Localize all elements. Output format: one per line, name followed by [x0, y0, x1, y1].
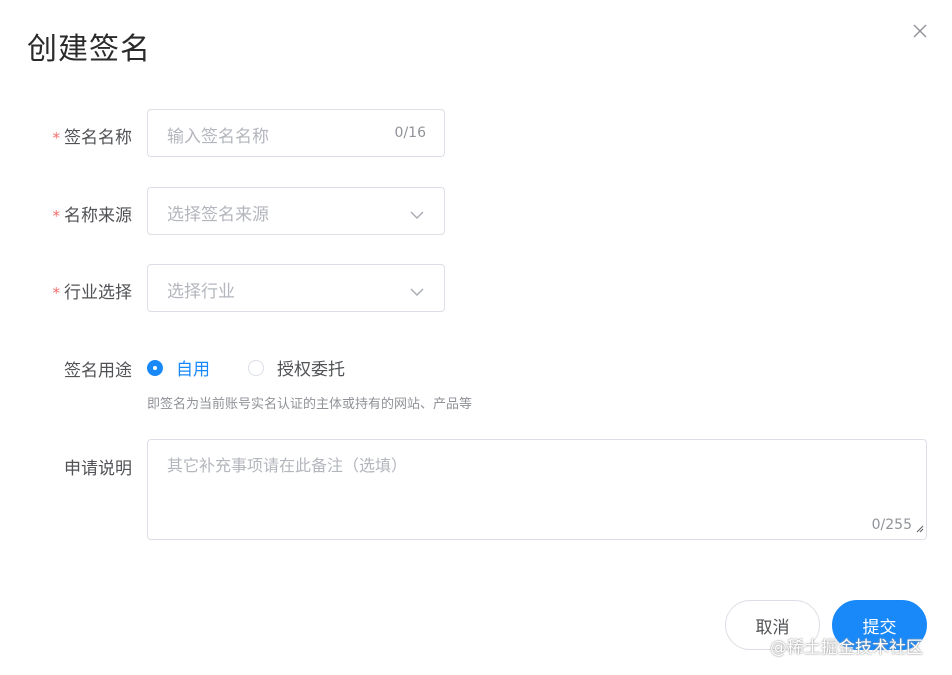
radio-self-use-label: 自用 [176, 360, 210, 380]
dialog-title: 创建签名 [27, 32, 151, 67]
radio-self-use[interactable]: 自用 [147, 355, 210, 380]
usage-label: 签名用途 [64, 361, 132, 381]
description-counter: 0/255 [871, 517, 912, 533]
chevron-down-icon [410, 282, 424, 301]
name-label: * 签名名称 [53, 123, 133, 148]
industry-label: * 行业选择 [53, 278, 133, 303]
industry-label-text: 行业选择 [64, 283, 132, 303]
name-label-text: 签名名称 [64, 128, 132, 148]
close-icon[interactable] [913, 24, 931, 42]
description-placeholder: 其它补充事项请在此备注（选填） [167, 456, 408, 475]
radio-unchecked-icon [248, 359, 264, 376]
source-select[interactable]: 选择签名来源 [147, 187, 445, 235]
signature-name-placeholder: 输入签名名称 [167, 127, 269, 147]
required-mark: * [52, 284, 61, 302]
description-label: 申请说明 [64, 459, 132, 479]
usage-radio-group: 自用 授权委托 [147, 355, 383, 380]
description-textarea[interactable]: 其它补充事项请在此备注（选填） 0/255 [147, 439, 927, 540]
source-label: * 名称来源 [53, 201, 133, 226]
source-label-text: 名称来源 [64, 206, 132, 226]
required-mark: * [52, 207, 61, 225]
radio-authorized[interactable]: 授权委托 [248, 355, 345, 380]
industry-select-placeholder: 选择行业 [167, 282, 235, 302]
required-mark: * [52, 129, 61, 147]
watermark: @稀土掘金技术社区 [770, 638, 923, 658]
radio-authorized-label: 授权委托 [277, 360, 345, 380]
usage-hint: 即签名为当前账号实名认证的主体或持有的网站、产品等 [147, 397, 473, 412]
industry-select[interactable]: 选择行业 [147, 264, 445, 312]
signature-name-input[interactable]: 输入签名名称 0/16 [147, 109, 445, 157]
chevron-down-icon [410, 205, 424, 224]
resize-handle-icon[interactable] [915, 518, 924, 537]
source-select-placeholder: 选择签名来源 [167, 205, 269, 225]
radio-checked-icon [147, 359, 163, 376]
signature-name-counter: 0/16 [394, 125, 426, 141]
